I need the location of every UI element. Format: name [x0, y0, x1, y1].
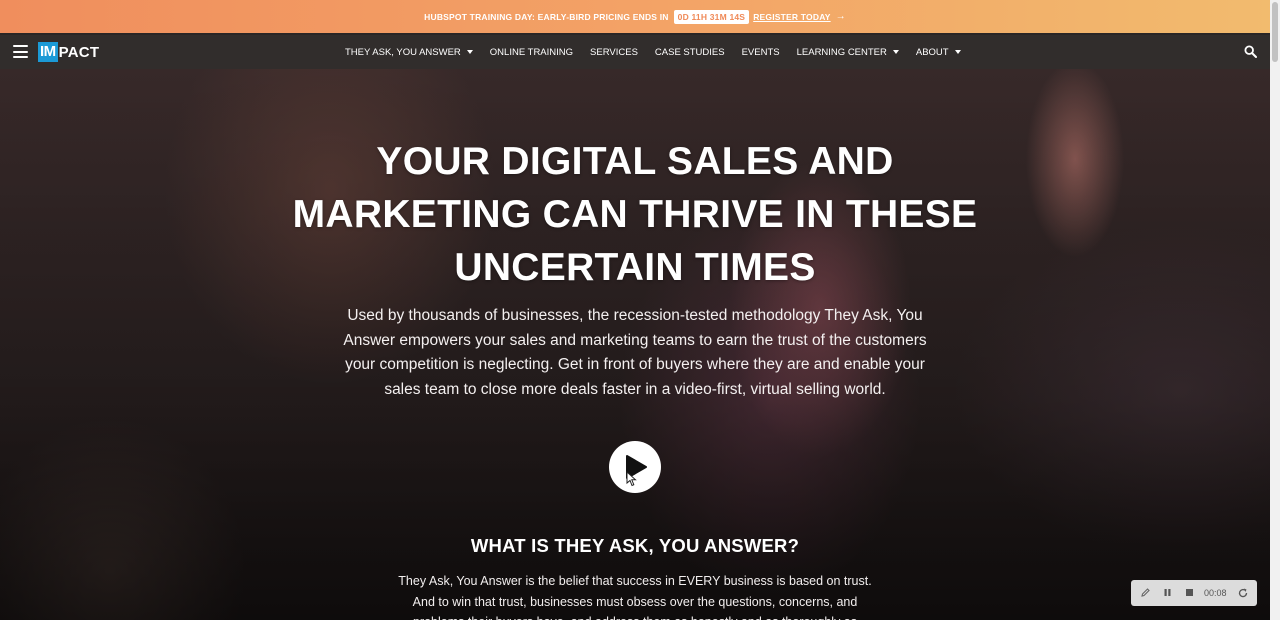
nav-item-label: EVENTS — [741, 46, 780, 58]
nav-item-learning-center[interactable]: LEARNING CENTER — [797, 47, 899, 58]
scrollbar-thumb[interactable] — [1272, 2, 1278, 62]
nav-item-label: ONLINE TRAINING — [489, 46, 574, 58]
nav-item-services[interactable]: SERVICES — [590, 47, 638, 58]
body-line: They Ask, You Answer is the belief that … — [398, 574, 872, 588]
hero-lead-paragraph: Used by thousands of businesses, the rec… — [315, 304, 955, 402]
nav-menu: THEY ASK, YOU ANSWER ONLINE TRAINING SER… — [345, 35, 978, 69]
page-scrollbar[interactable] — [1270, 0, 1280, 620]
screen-recorder-bar: 00:08 — [1131, 580, 1257, 606]
nav-item-events[interactable]: EVENTS — [742, 47, 780, 58]
impact-logo[interactable]: IM PACT — [38, 41, 99, 63]
pause-icon[interactable] — [1162, 587, 1173, 598]
lead-line: sales team to close more deals faster in… — [384, 380, 886, 398]
recording-time: 00:08 — [1204, 588, 1227, 598]
pencil-icon[interactable] — [1140, 587, 1151, 598]
lead-line: your competition is neglecting. Get in f… — [345, 356, 925, 373]
body-line: And to win that trust, businesses must o… — [412, 594, 858, 609]
caret-down-icon — [466, 50, 473, 54]
restart-icon[interactable] — [1237, 587, 1249, 599]
body-line: problems their buyers have, and address … — [360, 612, 910, 620]
headline-line: UNCERTAIN TIMES — [454, 246, 816, 289]
search-icon[interactable] — [1244, 45, 1257, 58]
stop-icon[interactable] — [1184, 587, 1195, 598]
hero-headline: YOUR DIGITAL SALES AND MARKETING CAN THR… — [235, 135, 1035, 294]
logo-im: IM — [38, 42, 58, 62]
nav-item-label: ABOUT — [915, 46, 949, 58]
promo-text: HUBSPOT TRAINING DAY: EARLY-BIRD PRICING… — [424, 11, 669, 22]
nav-item-about[interactable]: ABOUT — [916, 47, 961, 58]
section-heading: WHAT IS THEY ASK, YOU ANSWER? — [470, 535, 800, 556]
nav-item-case-studies[interactable]: CASE STUDIES — [655, 47, 725, 58]
hero-section: YOUR DIGITAL SALES AND MARKETING CAN THR… — [0, 69, 1270, 620]
caret-down-icon — [954, 50, 961, 54]
logo-pact: PACT — [58, 43, 100, 61]
lead-line: Answer empowers your sales and marketing… — [343, 331, 927, 349]
nav-item-label: LEARNING CENTER — [796, 46, 887, 58]
nav-item-they-ask-you-answer[interactable]: THEY ASK, YOU ANSWER — [345, 47, 473, 58]
lead-line: Used by thousands of businesses, the rec… — [347, 307, 923, 324]
main-nav: IM PACT THEY ASK, YOU ANSWER ONLINE TRAI… — [0, 35, 1270, 69]
caret-down-icon — [892, 50, 899, 54]
register-today-link[interactable]: REGISTER TODAY — [753, 12, 830, 22]
nav-item-label: CASE STUDIES — [654, 46, 725, 58]
headline-line: MARKETING CAN THRIVE IN THESE — [292, 193, 978, 236]
nav-item-label: THEY ASK, YOU ANSWER — [345, 46, 461, 58]
nav-item-label: SERVICES — [590, 46, 638, 58]
headline-line: YOUR DIGITAL SALES AND — [376, 140, 894, 183]
arrow-right-icon[interactable]: → — [836, 11, 846, 22]
nav-item-online-training[interactable]: ONLINE TRAINING — [490, 47, 573, 58]
section-body: They Ask, You Answer is the belief that … — [360, 571, 910, 620]
hamburger-menu-icon[interactable] — [13, 45, 28, 58]
countdown-timer: 0D 11H 31M 14S — [673, 9, 750, 24]
promo-banner: HUBSPOT TRAINING DAY: EARLY-BIRD PRICING… — [0, 0, 1270, 35]
mouse-pointer-icon — [626, 471, 637, 487]
